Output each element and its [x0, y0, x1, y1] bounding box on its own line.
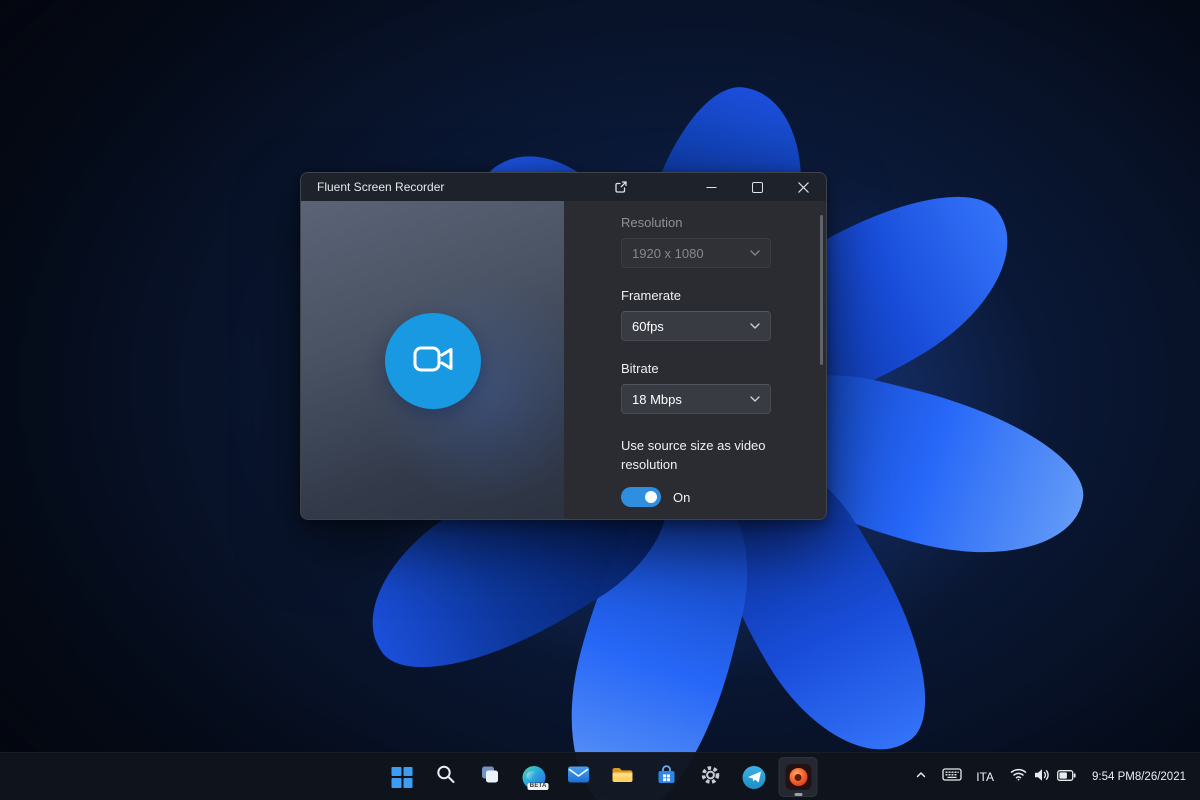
quick-settings-button[interactable] [1002, 759, 1084, 795]
edge-browser-button[interactable]: BETA [515, 757, 554, 797]
bitrate-dropdown[interactable]: 18 Mbps [621, 384, 771, 414]
task-view-icon [480, 764, 501, 790]
chevron-down-icon [750, 396, 760, 402]
chevron-up-icon [914, 768, 928, 787]
close-icon [798, 182, 809, 193]
start-button[interactable] [383, 757, 422, 797]
compact-overlay-button[interactable] [598, 173, 644, 201]
bitrate-label: Bitrate [621, 361, 806, 376]
framerate-value: 60fps [632, 319, 664, 334]
folder-icon [611, 766, 633, 789]
framerate-label: Framerate [621, 288, 806, 303]
source-size-toggle[interactable] [621, 487, 661, 507]
resolution-dropdown: 1920 x 1080 [621, 238, 771, 268]
search-button[interactable] [427, 757, 466, 797]
battery-icon [1057, 768, 1076, 786]
scrollbar-thumb[interactable] [820, 215, 823, 365]
fluent-screen-recorder-window: Fluent Screen Recorder [300, 172, 827, 520]
keyboard-icon [942, 767, 962, 787]
clock-time: 9:54 PM [1092, 770, 1135, 785]
show-hidden-icons-button[interactable] [908, 759, 934, 795]
task-view-button[interactable] [471, 757, 510, 797]
mail-app-button[interactable] [559, 757, 598, 797]
window-title: Fluent Screen Recorder [301, 180, 444, 194]
chevron-down-icon [750, 250, 760, 256]
fluent-screen-recorder-taskbar-button[interactable] [779, 757, 818, 797]
toggle-knob [645, 491, 657, 503]
compact-overlay-icon [614, 180, 628, 194]
preview-pane [301, 201, 564, 520]
record-button[interactable] [385, 313, 481, 409]
file-explorer-button[interactable] [603, 757, 642, 797]
edge-browser-icon: BETA [523, 766, 546, 789]
settings-pane: Resolution 1920 x 1080 Framerate 60fps B… [564, 201, 826, 520]
screen-recorder-icon [785, 764, 811, 790]
source-size-label: Use source size as video resolution [621, 436, 783, 474]
gear-icon [699, 764, 721, 791]
resolution-label: Resolution [621, 215, 806, 230]
store-icon [655, 764, 677, 790]
minimize-icon [706, 182, 717, 193]
system-tray: ITA [908, 753, 1194, 800]
volume-icon [1034, 768, 1050, 787]
maximize-icon [752, 182, 763, 193]
language-indicator[interactable]: ITA [970, 759, 1000, 795]
desktop: Fluent Screen Recorder [0, 0, 1200, 800]
taskbar-center-icons: BETA [383, 753, 818, 800]
close-button[interactable] [780, 173, 826, 201]
toggle-state-label: On [673, 490, 690, 505]
resolution-value: 1920 x 1080 [632, 246, 704, 261]
bitrate-value: 18 Mbps [632, 392, 682, 407]
clock[interactable]: 9:54 PM 8/26/2021 [1086, 759, 1194, 795]
video-camera-icon [411, 337, 455, 384]
window-titlebar[interactable]: Fluent Screen Recorder [301, 173, 826, 201]
wifi-icon [1010, 768, 1027, 786]
edge-beta-badge: BETA [528, 783, 549, 790]
source-size-toggle-row: On [621, 487, 806, 507]
maximize-button[interactable] [734, 173, 780, 201]
search-icon [436, 764, 457, 790]
mail-icon [567, 766, 589, 788]
windows-logo-icon [392, 767, 413, 788]
chevron-down-icon [750, 323, 760, 329]
settings-button[interactable] [691, 757, 730, 797]
taskbar: BETA [0, 752, 1200, 800]
telegram-button[interactable] [735, 757, 774, 797]
touch-keyboard-button[interactable] [936, 759, 968, 795]
clock-date: 8/26/2021 [1135, 770, 1186, 785]
microsoft-store-button[interactable] [647, 757, 686, 797]
minimize-button[interactable] [688, 173, 734, 201]
framerate-dropdown[interactable]: 60fps [621, 311, 771, 341]
telegram-icon [743, 766, 766, 789]
settings-scrollbar[interactable] [818, 207, 824, 514]
